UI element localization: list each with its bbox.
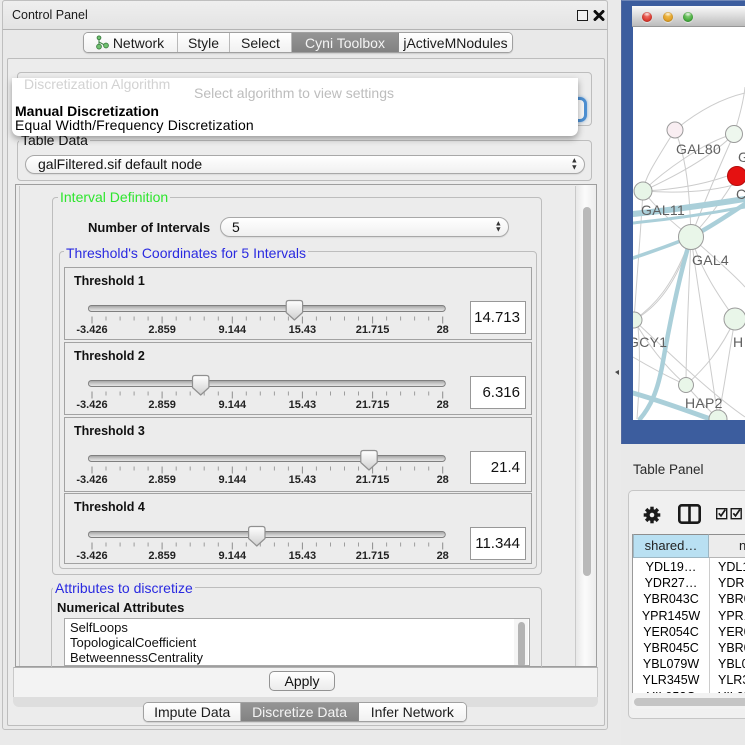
svg-text:21.715: 21.715 (356, 324, 390, 336)
svg-text:28: 28 (437, 474, 449, 486)
svg-text:-3.426: -3.426 (76, 399, 107, 411)
svg-text:2.859: 2.859 (148, 399, 176, 411)
svg-text:9.144: 9.144 (219, 324, 247, 336)
svg-text:-3.426: -3.426 (76, 324, 107, 336)
svg-text:2.859: 2.859 (148, 324, 176, 336)
svg-text:15.43: 15.43 (289, 474, 317, 486)
svg-text:GAL11: GAL11 (641, 202, 685, 218)
svg-text:2.859: 2.859 (148, 550, 176, 562)
svg-text:HAP2: HAP2 (685, 395, 723, 411)
svg-text:H: H (733, 334, 743, 350)
svg-text:28: 28 (437, 550, 449, 562)
svg-text:9.144: 9.144 (219, 550, 247, 562)
svg-text:15.43: 15.43 (289, 399, 317, 411)
svg-text:9.144: 9.144 (219, 474, 247, 486)
svg-text:9.144: 9.144 (219, 399, 247, 411)
svg-text:GCY1: GCY1 (633, 334, 667, 350)
svg-text:21.715: 21.715 (356, 474, 390, 486)
svg-text:GAL80: GAL80 (676, 141, 721, 157)
svg-text:28: 28 (437, 324, 449, 336)
svg-text:GA: GA (738, 149, 745, 165)
svg-text:-3.426: -3.426 (76, 550, 107, 562)
svg-text:21.715: 21.715 (356, 399, 390, 411)
svg-text:-3.426: -3.426 (76, 474, 107, 486)
svg-text:GAL4: GAL4 (692, 252, 729, 268)
svg-text:15.43: 15.43 (289, 324, 317, 336)
svg-text:28: 28 (437, 399, 449, 411)
svg-text:15.43: 15.43 (289, 550, 317, 562)
svg-text:C: C (736, 186, 745, 202)
svg-text:2.859: 2.859 (148, 474, 176, 486)
svg-text:21.715: 21.715 (356, 550, 390, 562)
